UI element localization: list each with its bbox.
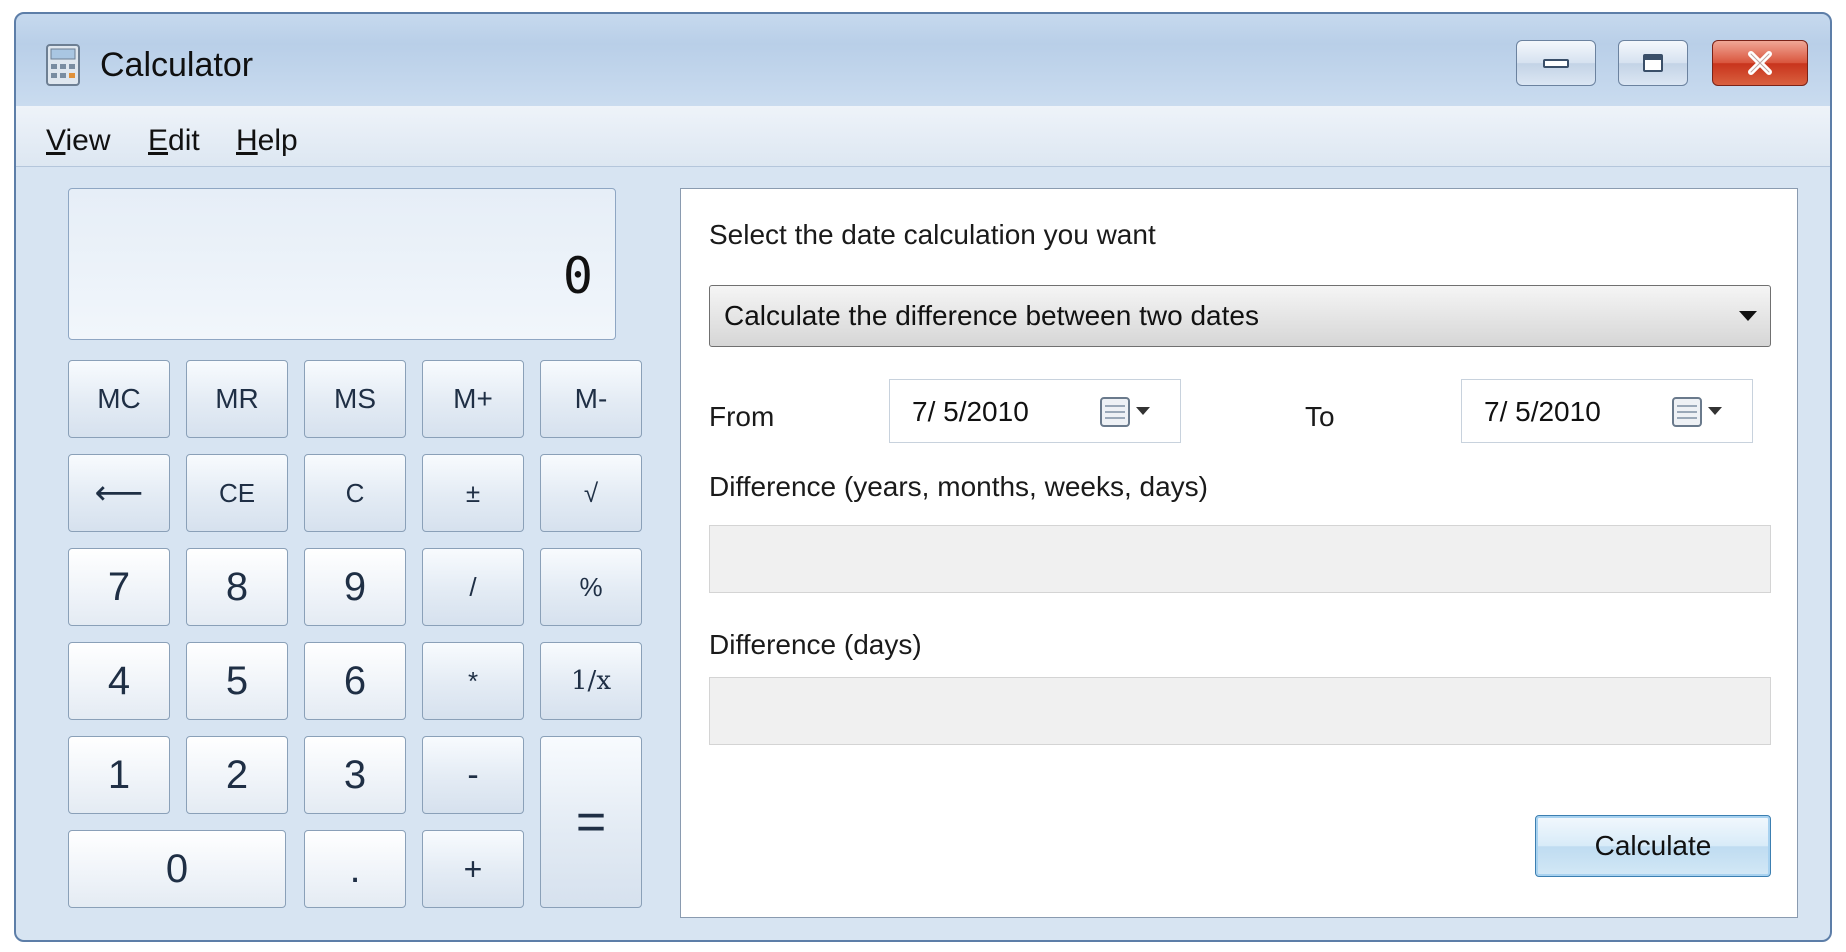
multiply-button[interactable]: * — [422, 642, 524, 720]
window-title: Calculator — [100, 46, 254, 84]
minimize-icon — [1543, 59, 1569, 68]
from-label: From — [709, 401, 775, 432]
digit-1-button[interactable]: 1 — [68, 736, 170, 814]
ms-button[interactable]: MS — [304, 360, 406, 438]
calculator-window: Calculator View Edit Help 0 MC MR MS M+ … — [14, 12, 1832, 942]
c-button[interactable]: C — [304, 454, 406, 532]
calculator-display: 0 — [68, 188, 616, 340]
percent-button[interactable]: % — [540, 548, 642, 626]
title-bar[interactable]: Calculator — [16, 14, 1830, 114]
close-button[interactable] — [1712, 40, 1808, 86]
calendar-dropdown-icon[interactable] — [1100, 396, 1162, 428]
from-date-value: 7/ 5/2010 — [912, 396, 1029, 427]
restore-button[interactable] — [1618, 40, 1688, 86]
menu-view[interactable]: View — [46, 124, 110, 158]
date-calculation-panel: Select the date calculation you want Cal… — [680, 188, 1798, 918]
mr-button[interactable]: MR — [186, 360, 288, 438]
menu-edit[interactable]: Edit — [148, 124, 200, 158]
divide-button[interactable]: / — [422, 548, 524, 626]
display-value: 0 — [562, 247, 593, 305]
decimal-button[interactable]: . — [304, 830, 406, 908]
date-calc-mode-select[interactable]: Calculate the difference between two dat… — [709, 285, 1771, 347]
digit-9-button[interactable]: 9 — [304, 548, 406, 626]
digit-8-button[interactable]: 8 — [186, 548, 288, 626]
restore-icon — [1643, 54, 1663, 72]
to-date-value: 7/ 5/2010 — [1484, 396, 1601, 427]
calculate-button[interactable]: Calculate — [1535, 815, 1771, 877]
from-date-picker[interactable]: 7/ 5/2010 — [889, 379, 1181, 443]
digit-4-button[interactable]: 4 — [68, 642, 170, 720]
m-minus-button[interactable]: M- — [540, 360, 642, 438]
difference-days-label: Difference (days) — [709, 629, 922, 660]
backspace-button[interactable]: ⟵ — [68, 454, 170, 532]
ce-button[interactable]: CE — [186, 454, 288, 532]
plus-minus-button[interactable]: ± — [422, 454, 524, 532]
difference-ymwd-label: Difference (years, months, weeks, days) — [709, 471, 1209, 502]
to-label: To — [1305, 401, 1335, 432]
digit-0-button[interactable]: 0 — [68, 830, 286, 908]
m-plus-button[interactable]: M+ — [422, 360, 524, 438]
chevron-down-icon — [1739, 311, 1757, 321]
digit-3-button[interactable]: 3 — [304, 736, 406, 814]
reciprocal-button[interactable]: 1/x — [540, 642, 642, 720]
subtract-button[interactable]: - — [422, 736, 524, 814]
minimize-button[interactable] — [1516, 40, 1596, 86]
menu-bar: View Edit Help — [16, 106, 1830, 167]
close-icon — [1748, 51, 1772, 75]
difference-ymwd-field — [709, 525, 1771, 593]
date-calc-mode-value: Calculate the difference between two dat… — [724, 300, 1259, 331]
sqrt-button[interactable]: √ — [540, 454, 642, 532]
equals-button[interactable]: = — [540, 736, 642, 908]
digit-7-button[interactable]: 7 — [68, 548, 170, 626]
difference-days-field — [709, 677, 1771, 745]
mc-button[interactable]: MC — [68, 360, 170, 438]
digit-6-button[interactable]: 6 — [304, 642, 406, 720]
to-date-picker[interactable]: 7/ 5/2010 — [1461, 379, 1753, 443]
digit-5-button[interactable]: 5 — [186, 642, 288, 720]
date-calc-prompt: Select the date calculation you want — [709, 219, 1156, 250]
calendar-dropdown-icon[interactable] — [1672, 396, 1734, 428]
menu-help[interactable]: Help — [236, 124, 298, 158]
add-button[interactable]: + — [422, 830, 524, 908]
calculator-icon — [46, 44, 80, 86]
digit-2-button[interactable]: 2 — [186, 736, 288, 814]
